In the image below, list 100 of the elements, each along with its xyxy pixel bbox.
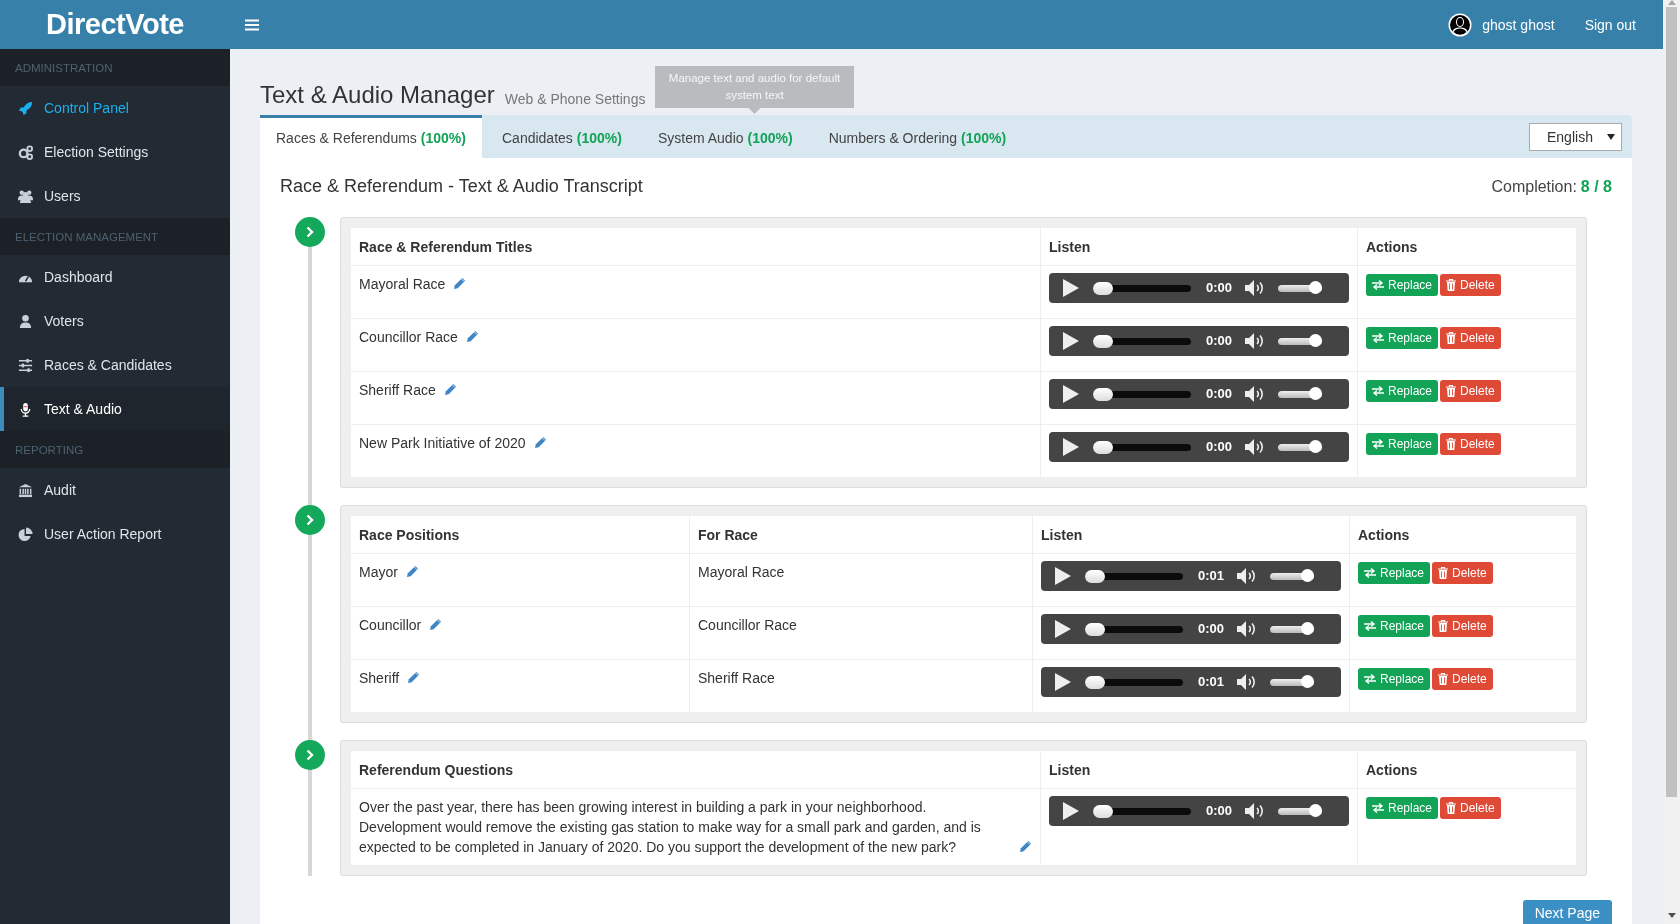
table-cell-text: New Park Initiative of 2020 — [359, 434, 526, 453]
column-header: Race Positions — [351, 516, 690, 554]
swap-arrows-icon — [1364, 568, 1376, 578]
volume-slider[interactable] — [1278, 807, 1322, 815]
replace-button[interactable]: Replace — [1358, 668, 1431, 690]
avatar-icon[interactable] — [1448, 12, 1473, 37]
seek-slider[interactable] — [1085, 625, 1183, 633]
seek-slider[interactable] — [1093, 337, 1191, 345]
tab[interactable]: Races & Referendums (100%) — [260, 115, 482, 158]
replace-button[interactable]: Replace — [1366, 797, 1439, 819]
volume-icon[interactable] — [1244, 438, 1266, 456]
swap-arrows-icon — [1364, 621, 1376, 631]
play-button[interactable] — [1055, 673, 1071, 691]
tab[interactable]: Numbers & Ordering (100%) — [812, 115, 1023, 158]
sign-out-link[interactable]: Sign out — [1584, 16, 1636, 33]
sidebar-item[interactable]: Users — [0, 174, 230, 218]
volume-slider[interactable] — [1270, 678, 1314, 686]
trash-icon — [1438, 567, 1449, 579]
sidebar-item[interactable]: Voters — [0, 299, 230, 343]
play-button[interactable] — [1063, 385, 1079, 403]
volume-icon[interactable] — [1236, 567, 1258, 585]
volume-icon[interactable] — [1236, 620, 1258, 638]
seek-slider[interactable] — [1085, 572, 1183, 580]
pencil-icon[interactable] — [407, 671, 421, 684]
sidebar-item[interactable]: User Action Report — [0, 512, 230, 556]
replace-button[interactable]: Replace — [1358, 562, 1431, 584]
column-header: For Race — [689, 516, 1033, 554]
users-icon — [18, 188, 33, 204]
pencil-icon[interactable] — [1019, 840, 1032, 853]
pencil-icon[interactable] — [443, 383, 457, 396]
delete-button[interactable]: Delete — [1440, 380, 1501, 402]
replace-button[interactable]: Replace — [1358, 615, 1431, 637]
next-page-button[interactable]: Next Page — [1522, 900, 1612, 924]
volume-slider[interactable] — [1270, 572, 1314, 580]
bank-building-icon — [18, 482, 33, 498]
volume-slider[interactable] — [1278, 443, 1322, 451]
volume-icon[interactable] — [1244, 279, 1266, 297]
tab[interactable]: System Audio (100%) — [641, 115, 809, 158]
replace-button[interactable]: Replace — [1366, 380, 1439, 402]
sidebar-item[interactable]: Control Panel — [0, 86, 230, 130]
table-cell-text: Sheriff Race — [698, 669, 775, 688]
volume-slider[interactable] — [1278, 284, 1322, 292]
table-cell-text: Councillor Race — [359, 328, 458, 347]
completion-label: Completion: — [1491, 177, 1577, 196]
column-header: Listen — [1032, 516, 1350, 554]
trash-icon — [1446, 438, 1457, 450]
column-header: Actions — [1357, 228, 1576, 266]
menu-icon[interactable] — [245, 18, 259, 31]
seek-slider[interactable] — [1093, 443, 1191, 451]
play-button[interactable] — [1063, 438, 1079, 456]
replace-button[interactable]: Replace — [1366, 274, 1439, 296]
column-header: Listen — [1040, 228, 1358, 266]
language-dropdown[interactable]: English — [1529, 122, 1622, 151]
volume-slider[interactable] — [1278, 337, 1322, 345]
caret-down-icon — [1607, 133, 1615, 140]
play-button[interactable] — [1063, 279, 1079, 297]
scroll-down-icon[interactable] — [1667, 913, 1676, 918]
play-button[interactable] — [1063, 332, 1079, 350]
seek-slider[interactable] — [1085, 678, 1183, 686]
play-button[interactable] — [1063, 802, 1079, 820]
volume-slider[interactable] — [1278, 390, 1322, 398]
play-button[interactable] — [1055, 567, 1071, 585]
delete-button[interactable]: Delete — [1440, 327, 1501, 349]
pencil-icon[interactable] — [465, 330, 479, 343]
play-button[interactable] — [1055, 620, 1071, 638]
delete-button[interactable]: Delete — [1432, 562, 1493, 584]
sidebar-item[interactable]: Audit — [0, 468, 230, 512]
delete-button[interactable]: Delete — [1440, 797, 1501, 819]
sidebar-item[interactable]: Election Settings — [0, 130, 230, 174]
time-display: 0:00 — [1206, 438, 1234, 456]
volume-icon[interactable] — [1236, 673, 1258, 691]
sidebar-item[interactable]: Text & Audio — [0, 387, 230, 431]
seek-slider[interactable] — [1093, 807, 1191, 815]
pencil-icon[interactable] — [453, 277, 467, 290]
replace-button[interactable]: Replace — [1366, 433, 1439, 455]
trash-icon — [1446, 385, 1457, 397]
sidebar-item[interactable]: Races & Candidates — [0, 343, 230, 387]
pencil-icon[interactable] — [429, 618, 443, 631]
pencil-icon[interactable] — [533, 436, 547, 449]
user-name[interactable]: ghost ghost — [1482, 16, 1555, 33]
delete-button[interactable]: Delete — [1440, 274, 1501, 296]
volume-icon[interactable] — [1244, 385, 1266, 403]
time-display: 0:00 — [1206, 279, 1234, 297]
trash-icon — [1446, 279, 1457, 291]
seek-slider[interactable] — [1093, 284, 1191, 292]
volume-icon[interactable] — [1244, 802, 1266, 820]
seek-slider[interactable] — [1093, 390, 1191, 398]
pencil-icon[interactable] — [405, 565, 419, 578]
app-logo[interactable]: DirectVote — [0, 8, 230, 41]
volume-slider[interactable] — [1270, 625, 1314, 633]
replace-button[interactable]: Replace — [1366, 327, 1439, 349]
scrollbar-thumb[interactable] — [1666, 7, 1677, 797]
delete-button[interactable]: Delete — [1432, 615, 1493, 637]
sidebar-item[interactable]: Dashboard — [0, 255, 230, 299]
delete-button[interactable]: Delete — [1432, 668, 1493, 690]
tab[interactable]: Candidates (100%) — [486, 115, 638, 158]
table-cell-text: Mayor — [359, 563, 398, 582]
column-header: Actions — [1349, 516, 1576, 554]
delete-button[interactable]: Delete — [1440, 433, 1501, 455]
volume-icon[interactable] — [1244, 332, 1266, 350]
